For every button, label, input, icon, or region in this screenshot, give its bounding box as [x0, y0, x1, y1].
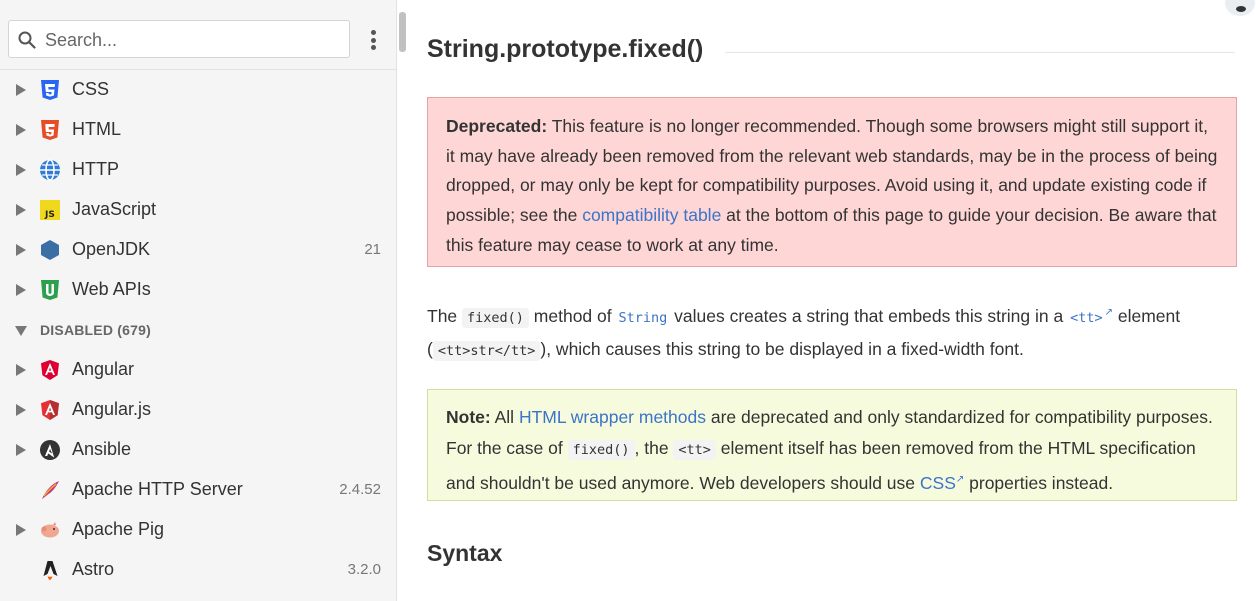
expand-arrow-icon[interactable]: [16, 524, 26, 536]
sidebar-item-angularjs[interactable]: Angular.js: [0, 390, 396, 430]
sidebar-item-openjdk[interactable]: OpenJDK 21: [0, 230, 396, 270]
search-bar: [0, 0, 396, 70]
inline-code: <tt>: [673, 439, 716, 460]
css-link-label[interactable]: CSS: [920, 473, 956, 493]
svg-text:JS: JS: [44, 210, 55, 220]
expand-arrow-icon[interactable]: [16, 244, 26, 256]
expand-arrow-icon[interactable]: [16, 164, 26, 176]
sidebar-item-label: Apache HTTP Server: [72, 479, 243, 499]
expand-arrow-icon[interactable]: [16, 84, 26, 96]
external-link-icon: ↗: [955, 474, 965, 485]
sidebar-item-label: Apache Pig: [72, 519, 165, 539]
sidebar-item-apache-http-server[interactable]: Apache HTTP Server 2.4.52: [0, 470, 396, 510]
web-apis-icon: [39, 279, 61, 301]
more-dot-icon: [370, 30, 376, 35]
search-box[interactable]: [8, 20, 350, 58]
apache-pig-icon: [39, 519, 61, 541]
collapse-arrow-icon[interactable]: [15, 326, 27, 336]
astro-icon: [39, 559, 61, 581]
text: The: [427, 305, 463, 326]
html-icon: [39, 119, 61, 141]
note-callout: Note: All HTML wrapper methods are depre…: [427, 389, 1237, 501]
sidebar-item-astro[interactable]: Astro 3.2.0: [0, 550, 396, 590]
string-link[interactable]: String: [617, 306, 670, 326]
text: values creates a string that embeds this…: [669, 305, 1069, 326]
version-label: 3.2.0: [347, 561, 381, 578]
text: ), which causes this string to be displa…: [540, 339, 1024, 360]
css-link[interactable]: CSS↗: [920, 473, 964, 493]
sidebar-item-label: CSS: [72, 79, 110, 99]
sidebar-item-html[interactable]: HTML: [0, 110, 396, 150]
sidebar-item-label: Ansible: [72, 439, 132, 459]
sidebar-item-css[interactable]: CSS: [0, 70, 396, 110]
text: method of: [528, 305, 617, 326]
title-divider: [725, 52, 1235, 53]
disabled-section-header[interactable]: DISABLED (679): [0, 310, 396, 350]
inline-code: fixed(): [462, 307, 529, 328]
expand-arrow-icon[interactable]: [16, 204, 26, 216]
inline-code-link[interactable]: <tt>: [1068, 310, 1105, 326]
note-label: Note:: [446, 407, 491, 427]
page-title: String.prototype.fixed(): [427, 35, 704, 63]
sidebar-item-web-apis[interactable]: Web APIs: [0, 270, 396, 310]
css-icon: [39, 79, 61, 101]
expand-arrow-icon[interactable]: [16, 444, 26, 456]
version-label: 21: [364, 241, 381, 258]
main-content: String.prototype.fixed() Deprecated: Thi…: [397, 0, 1256, 601]
more-dot-icon: [370, 37, 376, 43]
syntax-heading: Syntax: [427, 540, 503, 566]
text: properties instead.: [964, 472, 1114, 493]
angular-icon: [39, 359, 61, 381]
docs-list: CSS HTML HTTP JS JavaScript OpenJDK 21 W…: [0, 70, 396, 590]
sidebar: CSS HTML HTTP JS JavaScript: [0, 0, 397, 601]
sidebar-item-label: OpenJDK: [72, 239, 151, 259]
sidebar-item-label: Angular: [72, 359, 135, 379]
sidebar-item-label: HTML: [72, 119, 121, 139]
more-dot-icon: [370, 45, 376, 50]
avatar[interactable]: [1225, 0, 1255, 16]
sidebar-item-angular[interactable]: Angular: [0, 350, 396, 390]
sidebar-item-label: HTTP: [72, 159, 119, 179]
text: , the: [634, 437, 674, 458]
inline-code-link[interactable]: String: [617, 310, 670, 326]
http-icon: [39, 159, 61, 181]
apache-feather-icon: [39, 479, 61, 501]
html-wrapper-methods-link[interactable]: HTML wrapper methods: [519, 407, 706, 427]
disabled-section-title: DISABLED (679): [40, 322, 151, 338]
deprecated-label: Deprecated:: [446, 116, 548, 136]
ansible-icon: [39, 439, 61, 461]
external-link-icon: ↗: [1104, 307, 1113, 318]
inline-code: fixed(): [567, 439, 635, 460]
deprecated-notice: Deprecated: This feature is no longer re…: [427, 97, 1237, 267]
sidebar-item-apache-pig[interactable]: Apache Pig: [0, 510, 396, 550]
javascript-icon: JS: [39, 199, 61, 221]
sidebar-item-label: Astro: [72, 559, 115, 579]
more-menu-button[interactable]: [362, 26, 384, 54]
sidebar-item-ansible[interactable]: Ansible: [0, 430, 396, 470]
search-input[interactable]: [43, 27, 337, 53]
sidebar-item-label: JavaScript: [72, 199, 157, 219]
expand-arrow-icon[interactable]: [16, 364, 26, 376]
expand-arrow-icon[interactable]: [16, 124, 26, 136]
expand-arrow-icon[interactable]: [16, 404, 26, 416]
sidebar-item-javascript[interactable]: JS JavaScript: [0, 190, 396, 230]
sidebar-item-label: Web APIs: [72, 279, 151, 299]
tt-element-link[interactable]: <tt> ↗: [1068, 306, 1113, 326]
version-label: 2.4.52: [339, 481, 381, 498]
openjdk-icon: [39, 239, 61, 261]
text: All: [490, 407, 519, 427]
sidebar-item-http[interactable]: HTTP: [0, 150, 396, 190]
angularjs-icon: [39, 399, 61, 421]
expand-arrow-icon[interactable]: [16, 284, 26, 296]
inline-code: <tt>str</tt>: [432, 341, 541, 362]
intro-paragraph: The fixed() method of String values crea…: [427, 297, 1237, 368]
search-icon: [18, 31, 36, 49]
compatibility-table-link[interactable]: compatibility table: [582, 205, 721, 225]
sidebar-item-label: Angular.js: [72, 399, 152, 419]
